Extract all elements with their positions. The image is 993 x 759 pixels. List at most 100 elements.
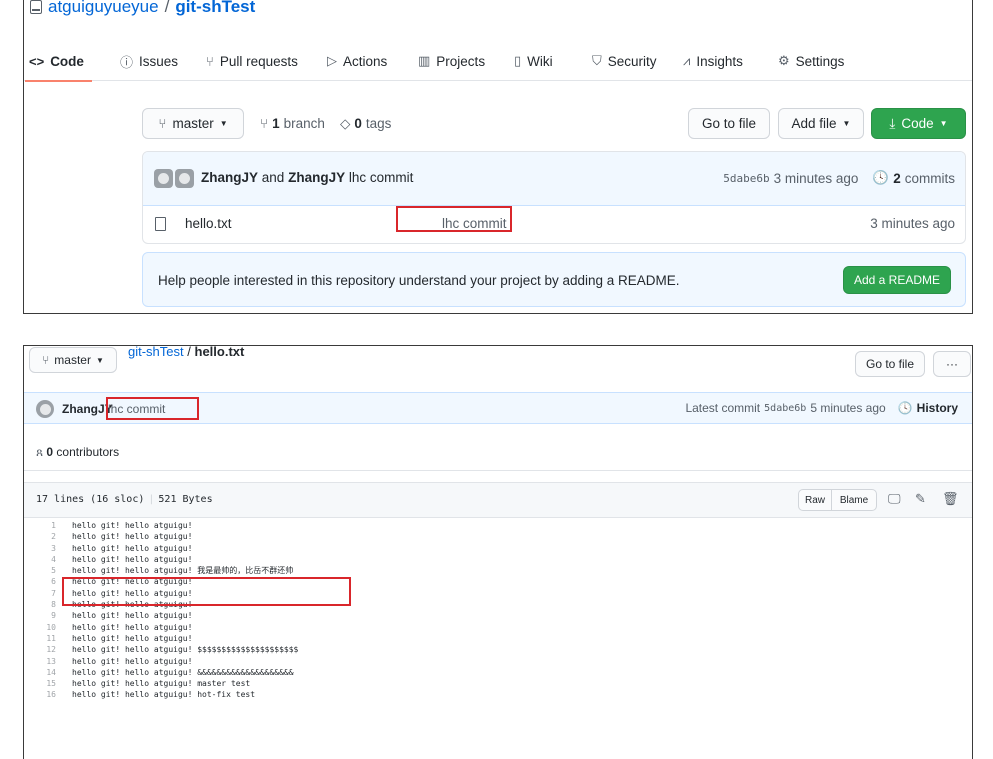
line-number[interactable]: 16 bbox=[24, 689, 56, 700]
branches-link[interactable]: ⑂ 1 branch bbox=[260, 108, 325, 139]
repo-home-panel: atguiguyueyue / git-shTest <> Code ⓘ Iss… bbox=[23, 0, 973, 314]
line-text: hello git! hello atguigu! bbox=[72, 633, 193, 643]
line-number[interactable]: 7 bbox=[24, 588, 56, 599]
caret-down-icon: ▼ bbox=[842, 119, 851, 128]
line-number[interactable]: 12 bbox=[24, 644, 56, 655]
gear-icon: ⚙ bbox=[778, 53, 790, 68]
code-line: 11 hello git! hello atguigu! bbox=[24, 633, 972, 644]
line-number[interactable]: 4 bbox=[24, 554, 56, 565]
line-number[interactable]: 14 bbox=[24, 667, 56, 678]
commit-meta: Latest commit 5dabe6b 5 minutes ago 🕓 Hi… bbox=[685, 401, 958, 415]
tab-wiki[interactable]: ▯ Wiki bbox=[514, 41, 553, 81]
line-number[interactable]: 15 bbox=[24, 678, 56, 689]
graph-icon: ⩘ bbox=[683, 53, 691, 68]
tab-issues[interactable]: ⓘ Issues bbox=[120, 41, 178, 81]
code-icon: <> bbox=[29, 53, 45, 69]
desktop-icon[interactable]: 🖵 bbox=[888, 491, 901, 507]
commit-sha-link[interactable]: 5dabe6b bbox=[764, 403, 806, 414]
breadcrumb-repo-link[interactable]: git-shTest bbox=[128, 346, 184, 359]
code-line: 2 hello git! hello atguigu! bbox=[24, 531, 972, 542]
line-number[interactable]: 8 bbox=[24, 599, 56, 610]
commit-message-link[interactable]: lhc commit bbox=[349, 170, 414, 185]
repo-owner-link[interactable]: atguiguyueyue bbox=[48, 0, 159, 17]
more-options-button[interactable]: ··· bbox=[933, 351, 971, 377]
tag-count: 0 bbox=[354, 116, 362, 131]
commits-count[interactable]: 2 bbox=[893, 171, 901, 186]
tab-insights[interactable]: ⩘ Insights bbox=[683, 41, 743, 81]
history-link[interactable]: History bbox=[917, 401, 958, 415]
file-row[interactable]: hello.txt lhc commit 3 minutes ago bbox=[143, 206, 965, 243]
line-text: hello git! hello atguigu! hot-fix test bbox=[72, 690, 256, 700]
code-line: 14 hello git! hello atguigu! &&&&&&&&&&&&… bbox=[24, 667, 972, 678]
code-download-button[interactable]: ⤓ Code ▼ bbox=[871, 108, 966, 139]
file-age: 3 minutes ago bbox=[870, 216, 955, 231]
trash-icon[interactable]: 🗑 bbox=[942, 491, 959, 507]
line-number[interactable]: 9 bbox=[24, 610, 56, 621]
tab-label: Insights bbox=[696, 53, 743, 69]
book-icon: ▯ bbox=[514, 53, 522, 68]
code-line: 3 hello git! hello atguigu! bbox=[24, 543, 972, 554]
raw-button[interactable]: Raw bbox=[798, 489, 832, 511]
avatar[interactable] bbox=[154, 169, 173, 188]
line-number[interactable]: 11 bbox=[24, 633, 56, 644]
branch-select-button[interactable]: ⑂ master ▼ bbox=[142, 108, 244, 139]
tab-code[interactable]: <> Code bbox=[25, 41, 92, 82]
commit-author-link[interactable]: ZhangJY bbox=[201, 170, 258, 185]
line-number[interactable]: 13 bbox=[24, 656, 56, 667]
breadcrumb-separator: / bbox=[187, 345, 191, 359]
branch-count: 1 bbox=[272, 116, 280, 131]
branch-select-button[interactable]: ⑂ master ▼ bbox=[29, 347, 117, 373]
commit-sha-link[interactable]: 5dabe6b bbox=[723, 172, 769, 185]
line-number[interactable]: 1 bbox=[24, 520, 56, 531]
avatar-group bbox=[154, 169, 194, 188]
blame-button[interactable]: Blame bbox=[831, 489, 877, 511]
pencil-icon[interactable]: ✎ bbox=[915, 491, 926, 507]
line-text: hello git! hello atguigu! bbox=[72, 622, 193, 632]
go-to-file-button[interactable]: Go to file bbox=[855, 351, 925, 377]
contributors-label: contributors bbox=[56, 445, 120, 459]
repo-name-link[interactable]: git-shTest bbox=[175, 0, 255, 17]
tags-link[interactable]: ◇ 0 tags bbox=[340, 108, 391, 139]
latest-commit-row: ZhangJY and ZhangJY lhc commit 5dabe6b 3… bbox=[143, 152, 965, 206]
line-number[interactable]: 3 bbox=[24, 543, 56, 554]
branch-label: branch bbox=[283, 116, 325, 131]
tab-label: Settings bbox=[795, 53, 845, 69]
tab-actions[interactable]: ▷ Actions bbox=[327, 41, 387, 81]
tab-label: Code bbox=[50, 53, 84, 69]
readme-prompt: Help people interested in this repositor… bbox=[142, 252, 966, 307]
line-number[interactable]: 6 bbox=[24, 576, 56, 587]
avatar[interactable] bbox=[36, 400, 54, 418]
line-text: hello git! hello atguigu! bbox=[72, 611, 193, 621]
tag-label: tags bbox=[365, 116, 392, 131]
code-line: 9 hello git! hello atguigu! bbox=[24, 610, 972, 621]
pull-request-icon: ⑂ bbox=[206, 53, 214, 69]
line-text: hello git! hello atguigu! bbox=[72, 656, 193, 666]
tab-projects[interactable]: ▥ Projects bbox=[418, 41, 485, 81]
file-name-link[interactable]: hello.txt bbox=[185, 216, 232, 231]
latest-commit-label: Latest commit bbox=[685, 401, 761, 415]
file-list-box: ZhangJY and ZhangJY lhc commit 5dabe6b 3… bbox=[142, 151, 966, 244]
repo-path-separator: / bbox=[164, 0, 170, 16]
go-to-file-button[interactable]: Go to file bbox=[688, 108, 770, 139]
line-text: hello git! hello atguigu! bbox=[72, 554, 193, 564]
tab-settings[interactable]: ⚙ Settings bbox=[778, 41, 844, 81]
divider bbox=[24, 470, 972, 471]
commits-label[interactable]: commits bbox=[905, 171, 955, 186]
branch-icon: ⑂ bbox=[260, 116, 269, 131]
line-number[interactable]: 5 bbox=[24, 565, 56, 576]
tab-pull-requests[interactable]: ⑂ Pull requests bbox=[206, 41, 298, 81]
add-readme-button[interactable]: Add a README bbox=[842, 266, 951, 294]
commit-coauthor-link[interactable]: ZhangJY bbox=[288, 170, 345, 185]
tab-label: Actions bbox=[343, 53, 388, 69]
line-number[interactable]: 10 bbox=[24, 622, 56, 633]
add-file-button[interactable]: Add file ▼ bbox=[778, 108, 864, 139]
code-button-label: Code bbox=[901, 116, 934, 131]
tab-security[interactable]: ⛉ Security bbox=[592, 41, 657, 81]
line-number[interactable]: 2 bbox=[24, 531, 56, 542]
line-text: hello git! hello atguigu! 我是最帅的，比岳不群还帅 bbox=[72, 566, 294, 576]
caret-down-icon: ▼ bbox=[95, 355, 104, 365]
code-line: 12 hello git! hello atguigu! $$$$$$$$$$$$… bbox=[24, 644, 972, 655]
code-line: 15 hello git! hello atguigu! master test bbox=[24, 678, 972, 689]
line-text: hello git! hello atguigu! $$$$$$$$$$$$$$… bbox=[72, 645, 299, 655]
avatar[interactable] bbox=[175, 169, 194, 188]
